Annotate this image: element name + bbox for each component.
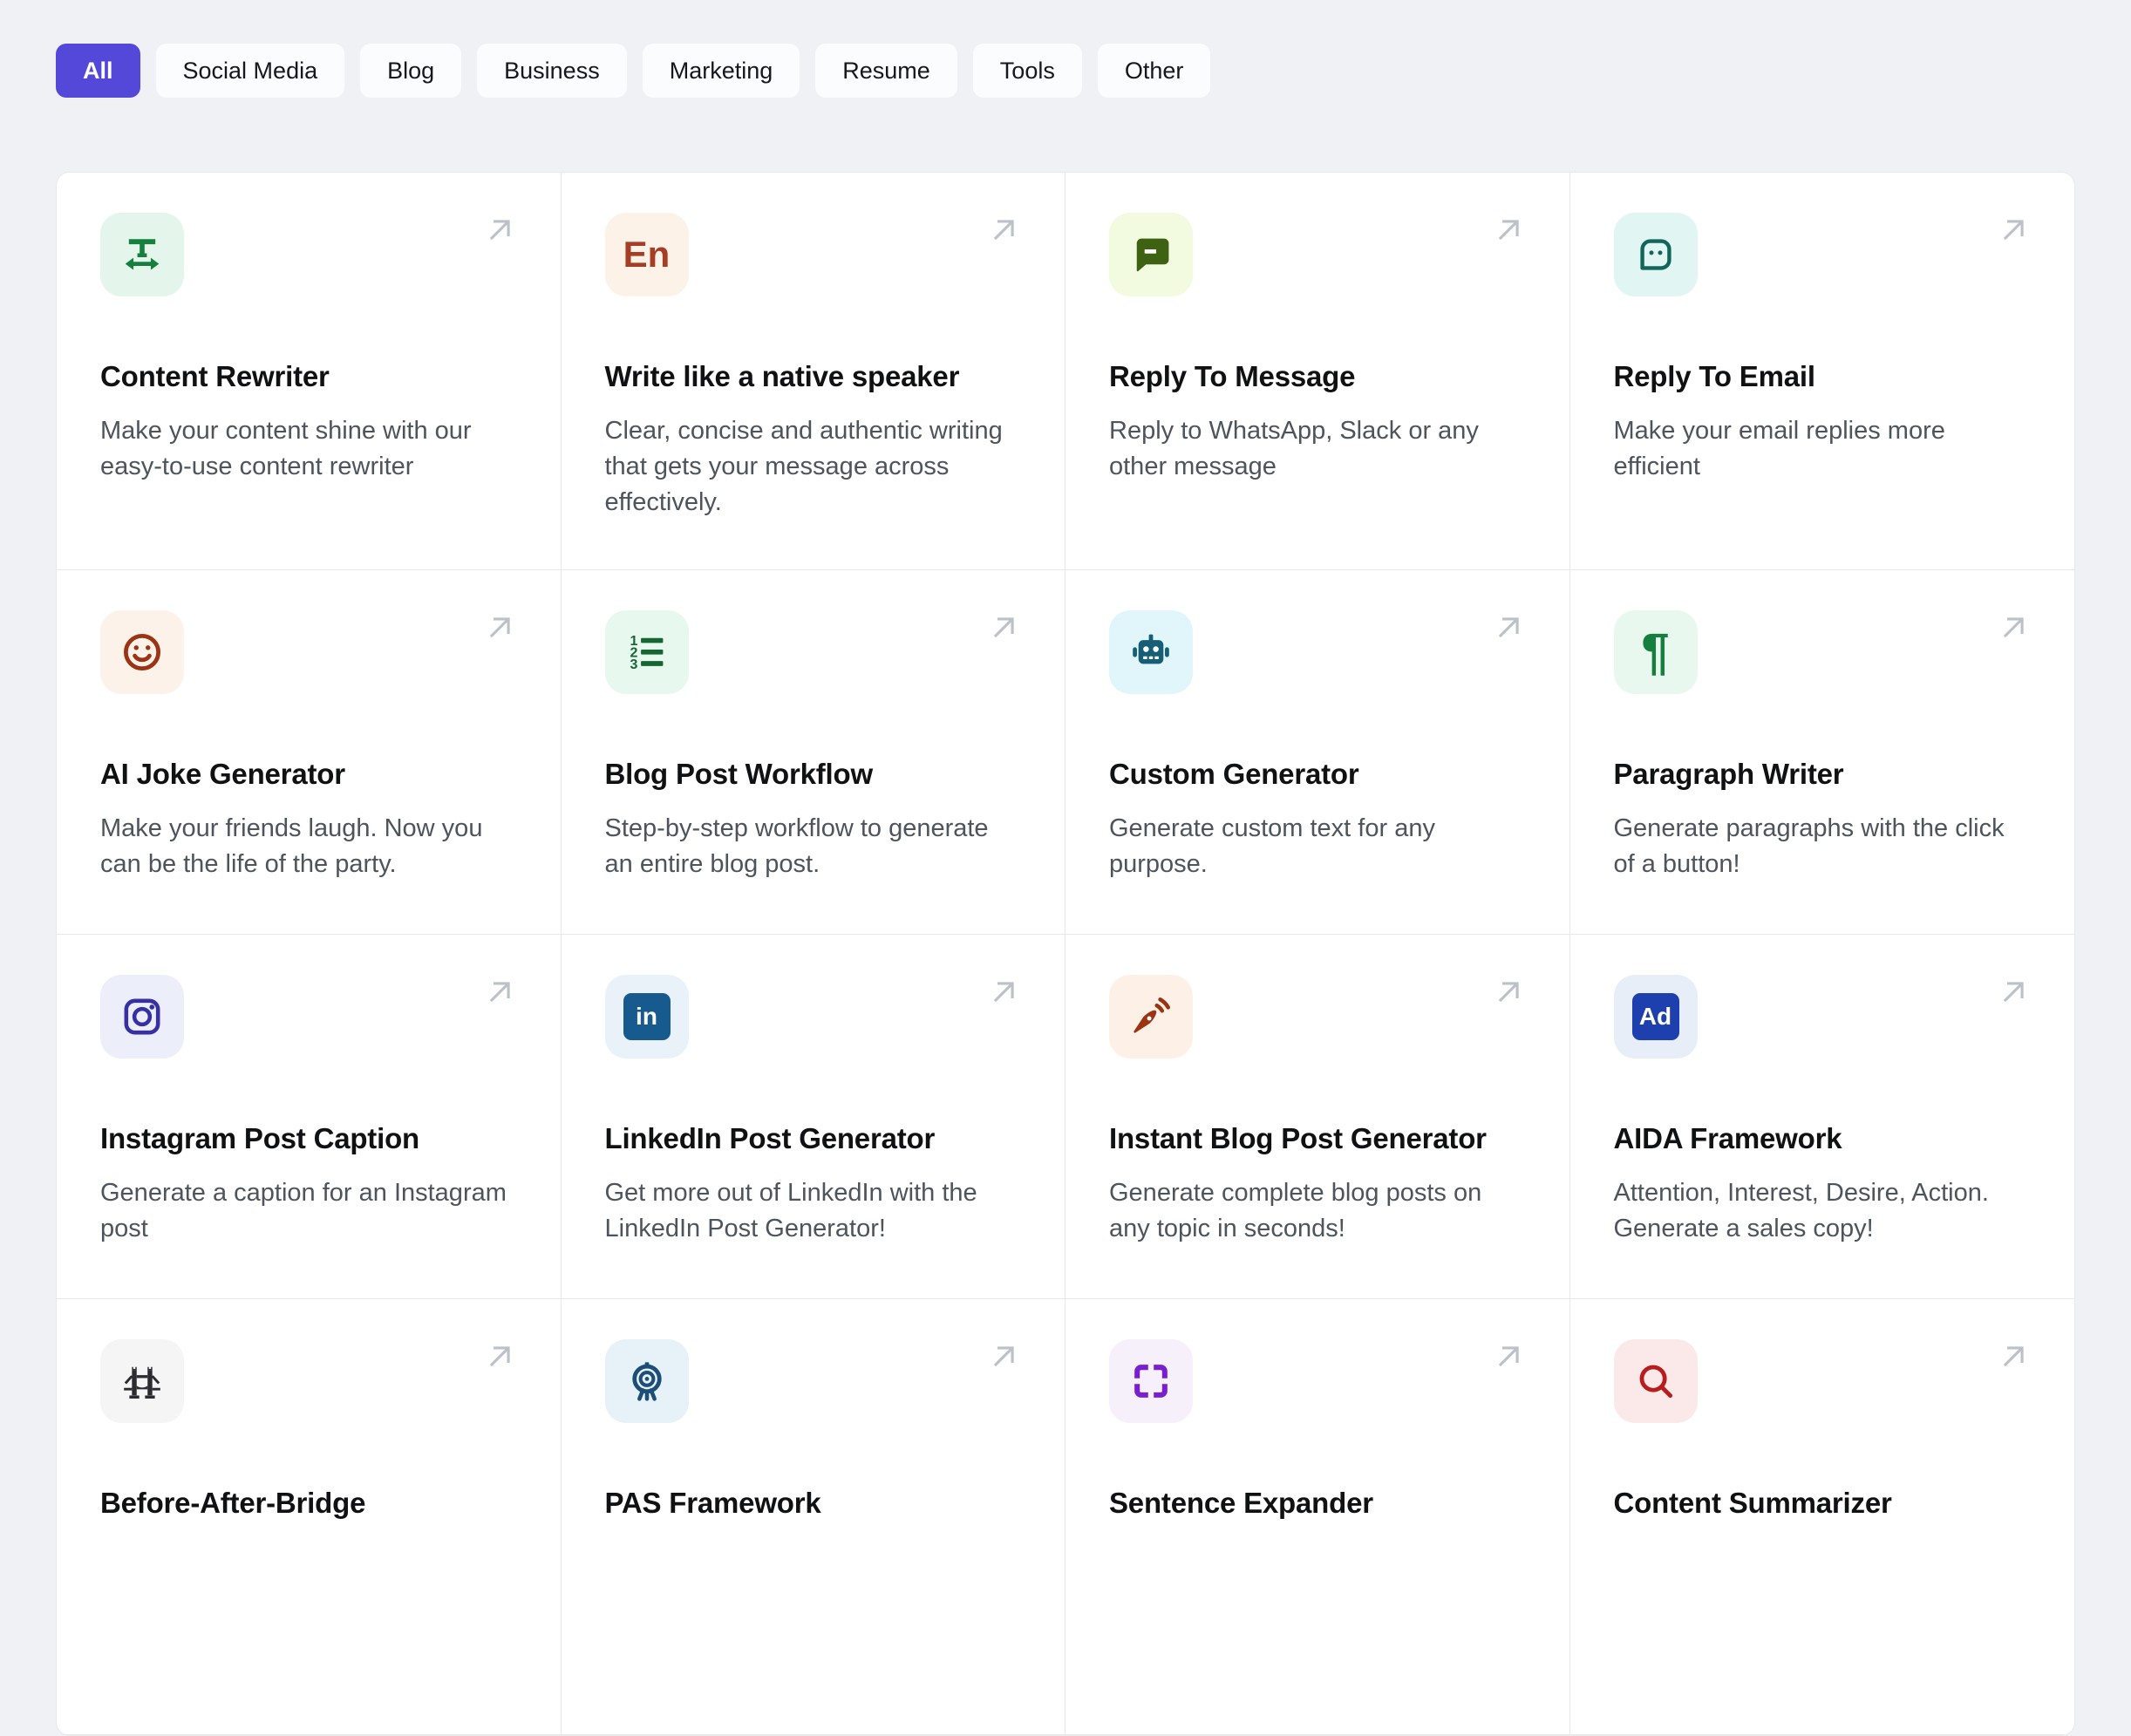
- open-arrow-icon[interactable]: [480, 973, 519, 1011]
- tools-grid: Content Rewriter Make your content shine…: [56, 172, 2075, 1736]
- tool-card-native-speaker[interactable]: En Write like a native speaker Clear, co…: [561, 173, 1066, 570]
- tool-card-instant-blog-post-generator[interactable]: Instant Blog Post Generator Generate com…: [1066, 935, 1570, 1299]
- card-title: Before-After-Bridge: [100, 1487, 366, 1519]
- open-arrow-icon[interactable]: [1994, 973, 2032, 1011]
- card-title: Blog Post Workflow: [604, 758, 874, 790]
- text-width-icon: [100, 213, 184, 296]
- card-description: Make your email replies more efficient: [1613, 416, 1945, 480]
- ad-badge-icon: Ad: [1613, 975, 1698, 1059]
- card-title: Instagram Post Caption: [100, 1122, 419, 1154]
- tool-card-sentence-expander[interactable]: Sentence Expander: [1066, 1299, 1570, 1735]
- tool-card-instagram-post-caption[interactable]: Instagram Post Caption Generate a captio…: [57, 935, 562, 1299]
- card-title: Instant Blog Post Generator: [1109, 1122, 1487, 1154]
- open-arrow-icon[interactable]: [1489, 1338, 1528, 1376]
- open-arrow-icon[interactable]: [984, 609, 1023, 647]
- card-title: Write like a native speaker: [604, 360, 960, 392]
- magnifier-icon: [1613, 1339, 1698, 1423]
- numbered-list-icon: 123: [604, 610, 689, 694]
- filter-social-media[interactable]: Social Media: [155, 44, 345, 98]
- open-arrow-icon[interactable]: [480, 211, 519, 249]
- tool-card-linkedin-post-generator[interactable]: in LinkedIn Post Generator Get more out …: [561, 935, 1066, 1299]
- english-text-icon: En: [604, 213, 689, 296]
- category-filter-bar: All Social Media Blog Business Marketing…: [0, 0, 2131, 98]
- card-description: Generate custom text for any purpose.: [1109, 814, 1435, 878]
- open-arrow-icon[interactable]: [480, 609, 519, 647]
- target-stand-icon: [604, 1339, 689, 1423]
- card-description: Generate a caption for an Instagram post: [100, 1178, 507, 1242]
- tool-card-pas-framework[interactable]: PAS Framework: [561, 1299, 1066, 1735]
- filter-resume[interactable]: Resume: [815, 44, 957, 98]
- card-title: Reply To Message: [1109, 360, 1356, 392]
- open-arrow-icon[interactable]: [984, 211, 1023, 249]
- filter-blog[interactable]: Blog: [360, 44, 462, 98]
- card-title: LinkedIn Post Generator: [604, 1122, 936, 1154]
- open-arrow-icon[interactable]: [1489, 973, 1528, 1011]
- open-arrow-icon[interactable]: [1489, 609, 1528, 647]
- card-title: Reply To Email: [1613, 360, 1816, 392]
- svg-text:3: 3: [630, 657, 637, 672]
- tool-card-reply-to-message[interactable]: Reply To Message Reply to WhatsApp, Slac…: [1066, 173, 1570, 570]
- card-title: PAS Framework: [604, 1487, 821, 1519]
- card-title: Paragraph Writer: [1613, 758, 1844, 790]
- card-title: AI Joke Generator: [100, 758, 345, 790]
- pen-signal-icon: [1109, 975, 1193, 1059]
- tool-card-custom-generator[interactable]: Custom Generator Generate custom text fo…: [1066, 570, 1570, 935]
- card-description: Make your friends laugh. Now you can be …: [100, 814, 483, 878]
- card-description: Attention, Interest, Desire, Action. Gen…: [1613, 1178, 1989, 1242]
- open-arrow-icon[interactable]: [1994, 609, 2032, 647]
- open-arrow-icon[interactable]: [480, 1338, 519, 1376]
- card-description: Make your content shine with our easy-to…: [100, 416, 472, 480]
- pilcrow-icon: ¶: [1613, 610, 1698, 694]
- tool-card-aida-framework[interactable]: Ad AIDA Framework Attention, Interest, D…: [1569, 935, 2074, 1299]
- tool-card-paragraph-writer[interactable]: ¶ Paragraph Writer Generate paragraphs w…: [1569, 570, 2074, 935]
- card-title: Content Rewriter: [100, 360, 330, 392]
- tool-card-before-after-bridge[interactable]: Before-After-Bridge: [57, 1299, 562, 1735]
- card-description: Generate paragraphs with the click of a …: [1613, 814, 2005, 878]
- filter-business[interactable]: Business: [477, 44, 627, 98]
- open-arrow-icon[interactable]: [1994, 211, 2032, 249]
- card-description: Generate complete blog posts on any topi…: [1109, 1178, 1482, 1242]
- tower-bridge-icon: [100, 1339, 184, 1423]
- card-description: Get more out of LinkedIn with the Linked…: [604, 1178, 977, 1242]
- tool-card-reply-to-email[interactable]: Reply To Email Make your email replies m…: [1569, 173, 2074, 570]
- card-description: Clear, concise and authentic writing tha…: [604, 416, 1003, 516]
- tool-card-content-rewriter[interactable]: Content Rewriter Make your content shine…: [57, 173, 562, 570]
- tool-card-ai-joke-generator[interactable]: AI Joke Generator Make your friends laug…: [57, 570, 562, 935]
- open-arrow-icon[interactable]: [984, 973, 1023, 1011]
- open-arrow-icon[interactable]: [984, 1338, 1023, 1376]
- filter-other[interactable]: Other: [1097, 44, 1211, 98]
- card-description: Step-by-step workflow to generate an ent…: [604, 814, 989, 878]
- filter-marketing[interactable]: Marketing: [642, 44, 800, 98]
- filter-tools[interactable]: Tools: [972, 44, 1082, 98]
- card-title: Content Summarizer: [1613, 1487, 1892, 1519]
- linkedin-icon: in: [604, 975, 689, 1059]
- tool-card-content-summarizer[interactable]: Content Summarizer: [1569, 1299, 2074, 1735]
- instagram-icon: [100, 975, 184, 1059]
- open-arrow-icon[interactable]: [1994, 1338, 2032, 1376]
- chat-bubble-minus-icon: [1109, 213, 1193, 296]
- card-title: Sentence Expander: [1109, 1487, 1373, 1519]
- smiley-face-icon: [100, 610, 184, 694]
- robot-icon: [1109, 610, 1193, 694]
- tool-card-blog-post-workflow[interactable]: 123 Blog Post Workflow Step-by-step work…: [561, 570, 1066, 935]
- card-description: Reply to WhatsApp, Slack or any other me…: [1109, 416, 1479, 480]
- open-arrow-icon[interactable]: [1489, 211, 1528, 249]
- card-title: AIDA Framework: [1613, 1122, 1842, 1154]
- card-title: Custom Generator: [1109, 758, 1359, 790]
- expand-corners-icon: [1109, 1339, 1193, 1423]
- filter-all[interactable]: All: [56, 44, 140, 98]
- chat-bubble-dots-icon: [1613, 213, 1698, 296]
